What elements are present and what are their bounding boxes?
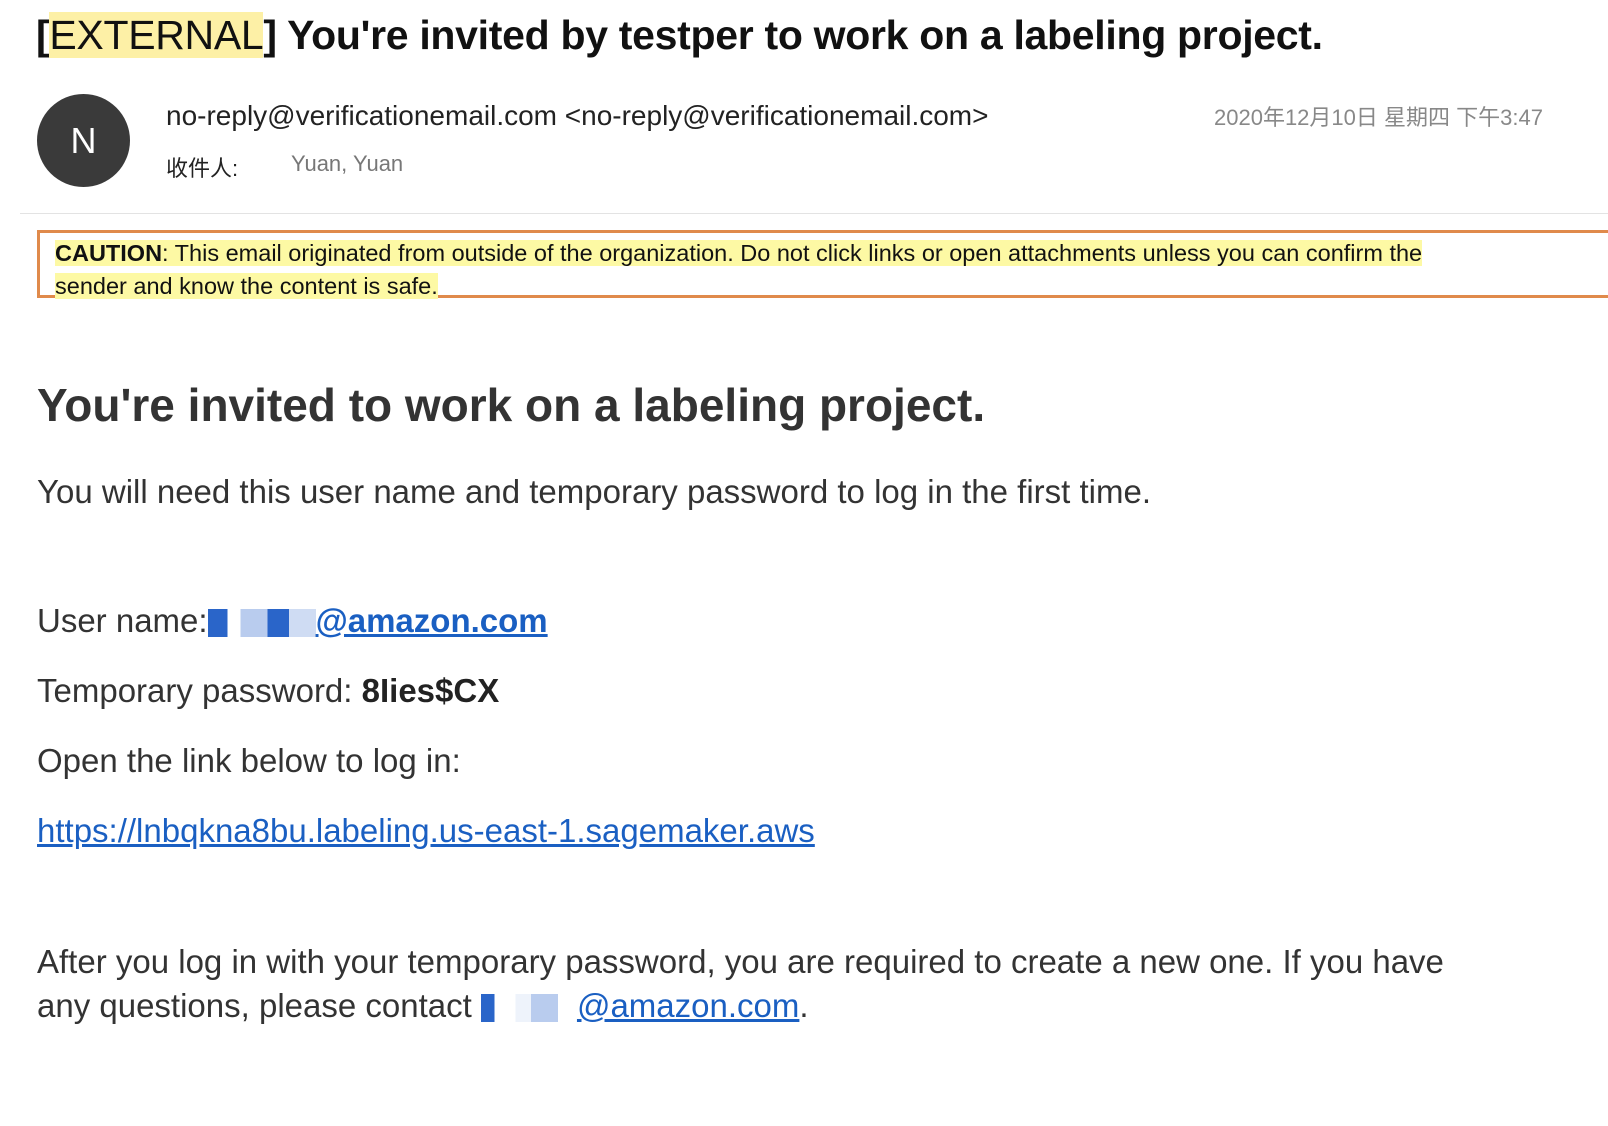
password-row: Temporary password: 8Iies$CX: [37, 672, 499, 710]
after-login-text: After you log in with your temporary pas…: [37, 940, 1444, 1028]
login-url-link[interactable]: https://lnbqkna8bu.labeling.us-east-1.sa…: [37, 812, 815, 849]
caution-banner: CAUTION: This email originated from outs…: [37, 230, 1608, 299]
password-value: 8Iies$CX: [361, 672, 500, 709]
login-link-row: https://lnbqkna8bu.labeling.us-east-1.sa…: [37, 812, 815, 850]
header-divider: [20, 213, 1608, 214]
contact-email-link[interactable]: @amazon.com: [577, 987, 799, 1024]
caution-line-1: CAUTION: This email originated from outs…: [55, 240, 1423, 266]
body-title: You're invited to work on a labeling pro…: [37, 379, 986, 431]
password-label: Temporary password:: [37, 672, 362, 709]
caution-line-2: sender and know the content is safe.: [55, 273, 438, 299]
email-date: 2020年12月10日 星期四 下午3:47: [1214, 105, 1543, 130]
open-link-instruction: Open the link below to log in:: [37, 742, 461, 779]
intro-text: You will need this user name and tempora…: [37, 473, 1152, 510]
caution-label: CAUTION: [55, 240, 163, 266]
email-subject: [EXTERNAL] You're invited by testper to …: [36, 12, 1323, 58]
username-email-link[interactable]: @amazon.com: [316, 602, 548, 639]
after-line-2-prefix: any questions, please contact: [37, 987, 481, 1024]
sender-address[interactable]: no-reply@verificationemail.com <no-reply…: [166, 100, 989, 132]
redacted-username: [207, 609, 316, 638]
avatar-letter: N: [70, 119, 97, 161]
after-line-2-suffix: .: [799, 987, 809, 1024]
caution-text-1: : This email originated from outside of …: [162, 240, 1423, 266]
sender-avatar: N: [37, 94, 130, 187]
external-tag: EXTERNAL: [49, 12, 264, 58]
recipient-name[interactable]: Yuan, Yuan: [291, 151, 403, 177]
subject-text: You're invited by testper to work on a l…: [287, 12, 1323, 58]
username-row: User name: @amazon.com: [37, 602, 548, 640]
after-line-1: After you log in with your temporary pas…: [37, 943, 1444, 980]
redacted-contact: [480, 994, 577, 1023]
recipient-label: 收件人:: [166, 156, 239, 181]
username-label: User name:: [37, 602, 208, 639]
